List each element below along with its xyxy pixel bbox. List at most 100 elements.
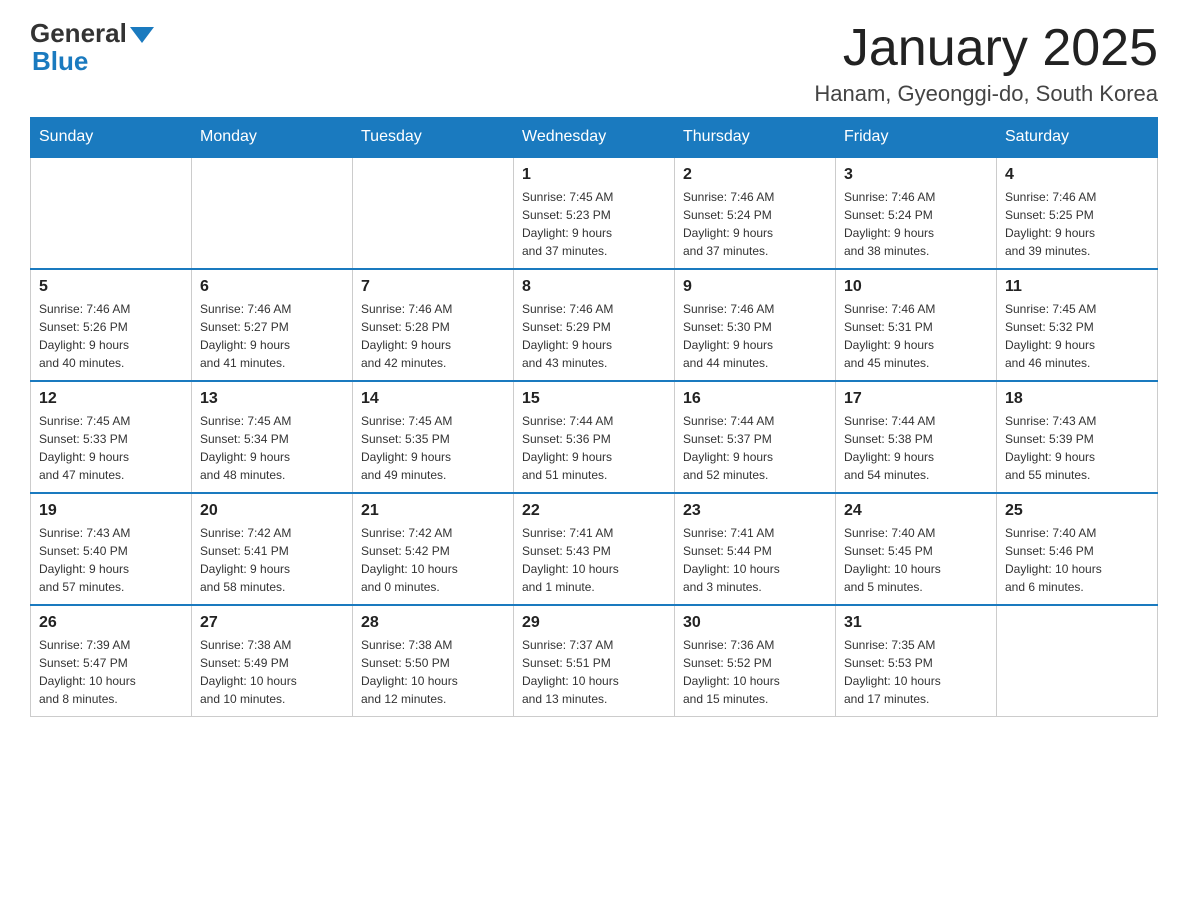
day-info: Sunrise: 7:46 AMSunset: 5:30 PMDaylight:…: [683, 300, 827, 372]
column-header-wednesday: Wednesday: [514, 118, 675, 158]
calendar-week-row: 26 Sunrise: 7:39 AMSunset: 5:47 PMDayligh…: [31, 605, 1158, 717]
day-number: 14: [361, 390, 505, 408]
column-header-saturday: Saturday: [997, 118, 1158, 158]
calendar-cell: [353, 157, 514, 269]
calendar-title: January 2025: [814, 20, 1158, 77]
calendar-cell: 24 Sunrise: 7:40 AMSunset: 5:45 PMDayligh…: [836, 493, 997, 605]
column-header-monday: Monday: [192, 118, 353, 158]
calendar-cell: 11 Sunrise: 7:45 AMSunset: 5:32 PMDayligh…: [997, 269, 1158, 381]
calendar-cell: 27 Sunrise: 7:38 AMSunset: 5:49 PMDayligh…: [192, 605, 353, 717]
calendar-cell: 16Sunrise: 7:44 AMSunset: 5:37 PMDayligh…: [675, 381, 836, 493]
calendar-cell: 23 Sunrise: 7:41 AMSunset: 5:44 PMDayligh…: [675, 493, 836, 605]
calendar-week-row: 1 Sunrise: 7:45 AMSunset: 5:23 PMDaylight…: [31, 157, 1158, 269]
day-info: Sunrise: 7:45 AMSunset: 5:35 PMDaylight:…: [361, 412, 505, 484]
logo-general-text: General: [30, 20, 127, 46]
day-info: Sunrise: 7:40 AMSunset: 5:45 PMDaylight:…: [844, 524, 988, 596]
day-number: 23: [683, 502, 827, 520]
calendar-cell: 3 Sunrise: 7:46 AMSunset: 5:24 PMDaylight…: [836, 157, 997, 269]
day-number: 12: [39, 390, 183, 408]
day-number: 26: [39, 614, 183, 632]
calendar-week-row: 12Sunrise: 7:45 AMSunset: 5:33 PMDayligh…: [31, 381, 1158, 493]
day-number: 6: [200, 278, 344, 296]
day-number: 3: [844, 166, 988, 184]
day-info: Sunrise: 7:38 AMSunset: 5:49 PMDaylight:…: [200, 636, 344, 708]
calendar-cell: 14 Sunrise: 7:45 AMSunset: 5:35 PMDayligh…: [353, 381, 514, 493]
day-info: Sunrise: 7:41 AMSunset: 5:43 PMDaylight:…: [522, 524, 666, 596]
day-info: Sunrise: 7:44 AMSunset: 5:38 PMDaylight:…: [844, 412, 988, 484]
calendar-cell: [31, 157, 192, 269]
day-number: 21: [361, 502, 505, 520]
calendar-cell: 9Sunrise: 7:46 AMSunset: 5:30 PMDaylight…: [675, 269, 836, 381]
day-number: 7: [361, 278, 505, 296]
column-header-sunday: Sunday: [31, 118, 192, 158]
calendar-week-row: 19Sunrise: 7:43 AMSunset: 5:40 PMDayligh…: [31, 493, 1158, 605]
day-number: 8: [522, 278, 666, 296]
calendar-table: SundayMondayTuesdayWednesdayThursdayFrid…: [30, 117, 1158, 717]
day-number: 28: [361, 614, 505, 632]
day-number: 25: [1005, 502, 1149, 520]
day-info: Sunrise: 7:44 AMSunset: 5:37 PMDaylight:…: [683, 412, 827, 484]
day-number: 5: [39, 278, 183, 296]
title-section: January 2025 Hanam, Gyeonggi-do, South K…: [814, 20, 1158, 107]
day-info: Sunrise: 7:46 AMSunset: 5:28 PMDaylight:…: [361, 300, 505, 372]
calendar-cell: 30 Sunrise: 7:36 AMSunset: 5:52 PMDayligh…: [675, 605, 836, 717]
day-info: Sunrise: 7:36 AMSunset: 5:52 PMDaylight:…: [683, 636, 827, 708]
calendar-cell: 22Sunrise: 7:41 AMSunset: 5:43 PMDayligh…: [514, 493, 675, 605]
day-info: Sunrise: 7:41 AMSunset: 5:44 PMDaylight:…: [683, 524, 827, 596]
day-info: Sunrise: 7:40 AMSunset: 5:46 PMDaylight:…: [1005, 524, 1149, 596]
day-info: Sunrise: 7:39 AMSunset: 5:47 PMDaylight:…: [39, 636, 183, 708]
calendar-cell: 29Sunrise: 7:37 AMSunset: 5:51 PMDayligh…: [514, 605, 675, 717]
calendar-cell: 5Sunrise: 7:46 AMSunset: 5:26 PMDaylight…: [31, 269, 192, 381]
day-number: 4: [1005, 166, 1149, 184]
day-number: 18: [1005, 390, 1149, 408]
day-number: 30: [683, 614, 827, 632]
day-number: 2: [683, 166, 827, 184]
day-number: 17: [844, 390, 988, 408]
calendar-cell: 31 Sunrise: 7:35 AMSunset: 5:53 PMDayligh…: [836, 605, 997, 717]
calendar-cell: 17 Sunrise: 7:44 AMSunset: 5:38 PMDayligh…: [836, 381, 997, 493]
calendar-cell: 12Sunrise: 7:45 AMSunset: 5:33 PMDayligh…: [31, 381, 192, 493]
day-info: Sunrise: 7:45 AMSunset: 5:34 PMDaylight:…: [200, 412, 344, 484]
day-info: Sunrise: 7:37 AMSunset: 5:51 PMDaylight:…: [522, 636, 666, 708]
day-info: Sunrise: 7:46 AMSunset: 5:24 PMDaylight:…: [683, 188, 827, 260]
calendar-cell: 20 Sunrise: 7:42 AMSunset: 5:41 PMDayligh…: [192, 493, 353, 605]
day-number: 11: [1005, 278, 1149, 296]
day-number: 24: [844, 502, 988, 520]
day-number: 31: [844, 614, 988, 632]
logo-blue-text: Blue: [30, 46, 88, 77]
calendar-cell: 1 Sunrise: 7:45 AMSunset: 5:23 PMDaylight…: [514, 157, 675, 269]
calendar-cell: 7 Sunrise: 7:46 AMSunset: 5:28 PMDaylight…: [353, 269, 514, 381]
day-info: Sunrise: 7:46 AMSunset: 5:31 PMDaylight:…: [844, 300, 988, 372]
day-number: 1: [522, 166, 666, 184]
day-info: Sunrise: 7:45 AMSunset: 5:23 PMDaylight:…: [522, 188, 666, 260]
day-info: Sunrise: 7:44 AMSunset: 5:36 PMDaylight:…: [522, 412, 666, 484]
calendar-cell: 2 Sunrise: 7:46 AMSunset: 5:24 PMDaylight…: [675, 157, 836, 269]
day-info: Sunrise: 7:43 AMSunset: 5:40 PMDaylight:…: [39, 524, 183, 596]
calendar-cell: [192, 157, 353, 269]
day-info: Sunrise: 7:35 AMSunset: 5:53 PMDaylight:…: [844, 636, 988, 708]
day-number: 27: [200, 614, 344, 632]
calendar-cell: 26 Sunrise: 7:39 AMSunset: 5:47 PMDayligh…: [31, 605, 192, 717]
calendar-cell: 4 Sunrise: 7:46 AMSunset: 5:25 PMDaylight…: [997, 157, 1158, 269]
day-info: Sunrise: 7:46 AMSunset: 5:27 PMDaylight:…: [200, 300, 344, 372]
column-header-friday: Friday: [836, 118, 997, 158]
calendar-cell: 6 Sunrise: 7:46 AMSunset: 5:27 PMDaylight…: [192, 269, 353, 381]
day-number: 10: [844, 278, 988, 296]
calendar-cell: 15 Sunrise: 7:44 AMSunset: 5:36 PMDayligh…: [514, 381, 675, 493]
calendar-cell: 25 Sunrise: 7:40 AMSunset: 5:46 PMDayligh…: [997, 493, 1158, 605]
day-info: Sunrise: 7:42 AMSunset: 5:41 PMDaylight:…: [200, 524, 344, 596]
day-number: 15: [522, 390, 666, 408]
day-info: Sunrise: 7:46 AMSunset: 5:24 PMDaylight:…: [844, 188, 988, 260]
day-number: 20: [200, 502, 344, 520]
logo-arrow-icon: [130, 27, 154, 43]
calendar-header-row: SundayMondayTuesdayWednesdayThursdayFrid…: [31, 118, 1158, 158]
calendar-cell: 8Sunrise: 7:46 AMSunset: 5:29 PMDaylight…: [514, 269, 675, 381]
calendar-cell: 18Sunrise: 7:43 AMSunset: 5:39 PMDayligh…: [997, 381, 1158, 493]
calendar-week-row: 5Sunrise: 7:46 AMSunset: 5:26 PMDaylight…: [31, 269, 1158, 381]
day-info: Sunrise: 7:45 AMSunset: 5:32 PMDaylight:…: [1005, 300, 1149, 372]
column-header-tuesday: Tuesday: [353, 118, 514, 158]
calendar-cell: 28Sunrise: 7:38 AMSunset: 5:50 PMDayligh…: [353, 605, 514, 717]
calendar-cell: 19Sunrise: 7:43 AMSunset: 5:40 PMDayligh…: [31, 493, 192, 605]
day-info: Sunrise: 7:46 AMSunset: 5:25 PMDaylight:…: [1005, 188, 1149, 260]
day-number: 13: [200, 390, 344, 408]
